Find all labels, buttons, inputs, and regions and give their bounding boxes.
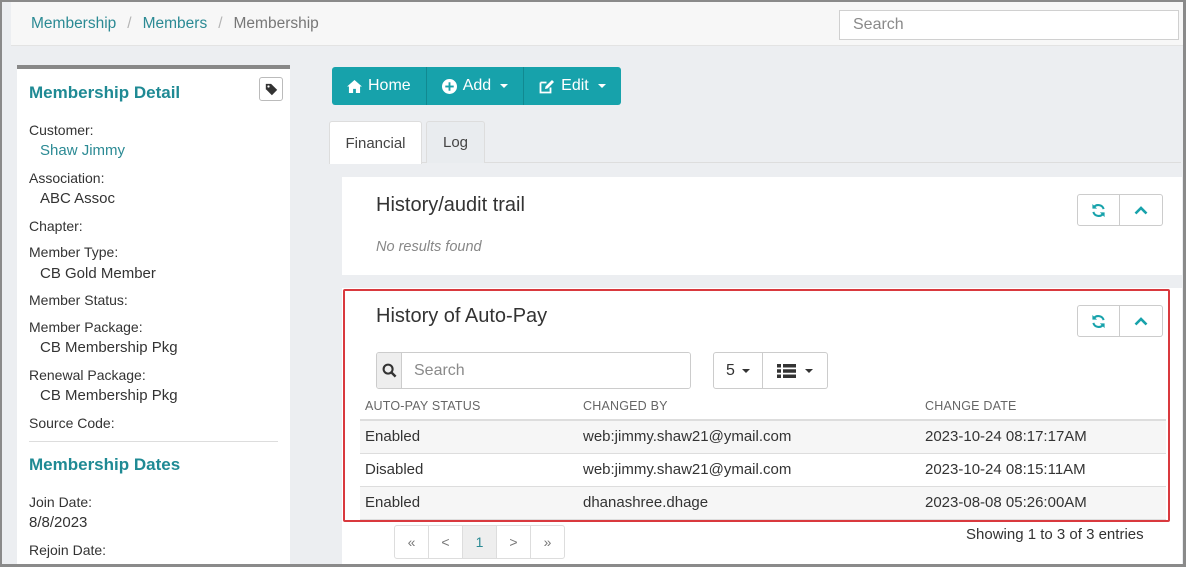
association-label: Association: xyxy=(29,170,105,186)
audit-panel-actions xyxy=(1077,194,1163,226)
member-type-label: Member Type: xyxy=(29,244,119,260)
join-date-label: Join Date: xyxy=(29,494,93,510)
pager-prev-button[interactable]: < xyxy=(428,525,463,559)
pager-next-button[interactable]: > xyxy=(496,525,531,559)
audit-trail-title: History/audit trail xyxy=(376,194,525,216)
refresh-button[interactable] xyxy=(1077,194,1120,226)
breadcrumb-separator: / xyxy=(218,15,223,32)
join-date-value: 8/8/2023 xyxy=(29,514,88,531)
edit-button-label: Edit xyxy=(561,77,589,94)
tab-financial[interactable]: Financial xyxy=(329,121,422,164)
edit-icon xyxy=(539,79,555,93)
refresh-icon xyxy=(1092,203,1105,217)
divider xyxy=(29,441,278,442)
member-package-value: CB Membership Pkg xyxy=(40,339,178,356)
caret-down-icon xyxy=(500,84,509,88)
audit-empty-message: No results found xyxy=(376,239,482,255)
home-button-label: Home xyxy=(368,77,411,94)
breadcrumb: Membership / Members / Membership xyxy=(31,15,319,33)
collapse-button[interactable] xyxy=(1120,194,1163,226)
app-window: Membership / Members / Membership Member… xyxy=(0,0,1186,567)
membership-dates-title: Membership Dates xyxy=(29,455,181,474)
plus-circle-icon xyxy=(441,78,457,94)
table-info: Showing 1 to 3 of 3 entries xyxy=(966,526,1144,543)
tag-icon xyxy=(265,83,277,95)
breadcrumb-membership[interactable]: Membership xyxy=(31,15,116,33)
edit-button[interactable]: Edit xyxy=(524,67,621,105)
rejoin-date-label: Rejoin Date: xyxy=(29,542,107,558)
renewal-package-label: Renewal Package: xyxy=(29,367,146,383)
home-button[interactable]: Home xyxy=(332,67,427,105)
top-bar: Membership / Members / Membership xyxy=(11,2,1183,46)
global-search-input[interactable] xyxy=(839,10,1179,40)
member-type-value: CB Gold Member xyxy=(40,265,156,282)
add-button[interactable]: Add xyxy=(427,67,525,105)
pagination: « < 1 > » xyxy=(394,525,565,559)
chapter-label: Chapter: xyxy=(29,218,83,234)
breadcrumb-separator: / xyxy=(127,15,132,32)
association-value: ABC Assoc xyxy=(40,190,116,207)
caret-down-icon xyxy=(597,84,606,88)
pager-last-button[interactable]: » xyxy=(530,525,565,559)
membership-detail-title: Membership Detail xyxy=(29,83,181,102)
pager-first-button[interactable]: « xyxy=(394,525,429,559)
member-status-label: Member Status: xyxy=(29,292,128,308)
breadcrumb-current: Membership xyxy=(233,15,319,32)
breadcrumb-members[interactable]: Members xyxy=(143,15,208,33)
membership-detail-panel: Membership Detail Customer: Shaw Jimmy A… xyxy=(17,65,290,564)
chevron-up-icon xyxy=(1134,206,1148,215)
tag-button[interactable] xyxy=(259,77,283,101)
audit-trail-panel: History/audit trail No results found xyxy=(342,177,1182,275)
member-package-label: Member Package: xyxy=(29,319,143,335)
highlight-box xyxy=(343,289,1170,522)
renewal-package-value: CB Membership Pkg xyxy=(40,387,178,404)
tab-log[interactable]: Log xyxy=(426,121,485,163)
pager-page-button[interactable]: 1 xyxy=(462,525,497,559)
add-button-label: Add xyxy=(462,77,492,94)
home-icon xyxy=(347,79,362,93)
customer-link[interactable]: Shaw Jimmy xyxy=(40,142,125,159)
source-code-label: Source Code: xyxy=(29,415,115,431)
action-toolbar: Home Add Edit xyxy=(332,67,621,105)
customer-label: Customer: xyxy=(29,122,94,138)
